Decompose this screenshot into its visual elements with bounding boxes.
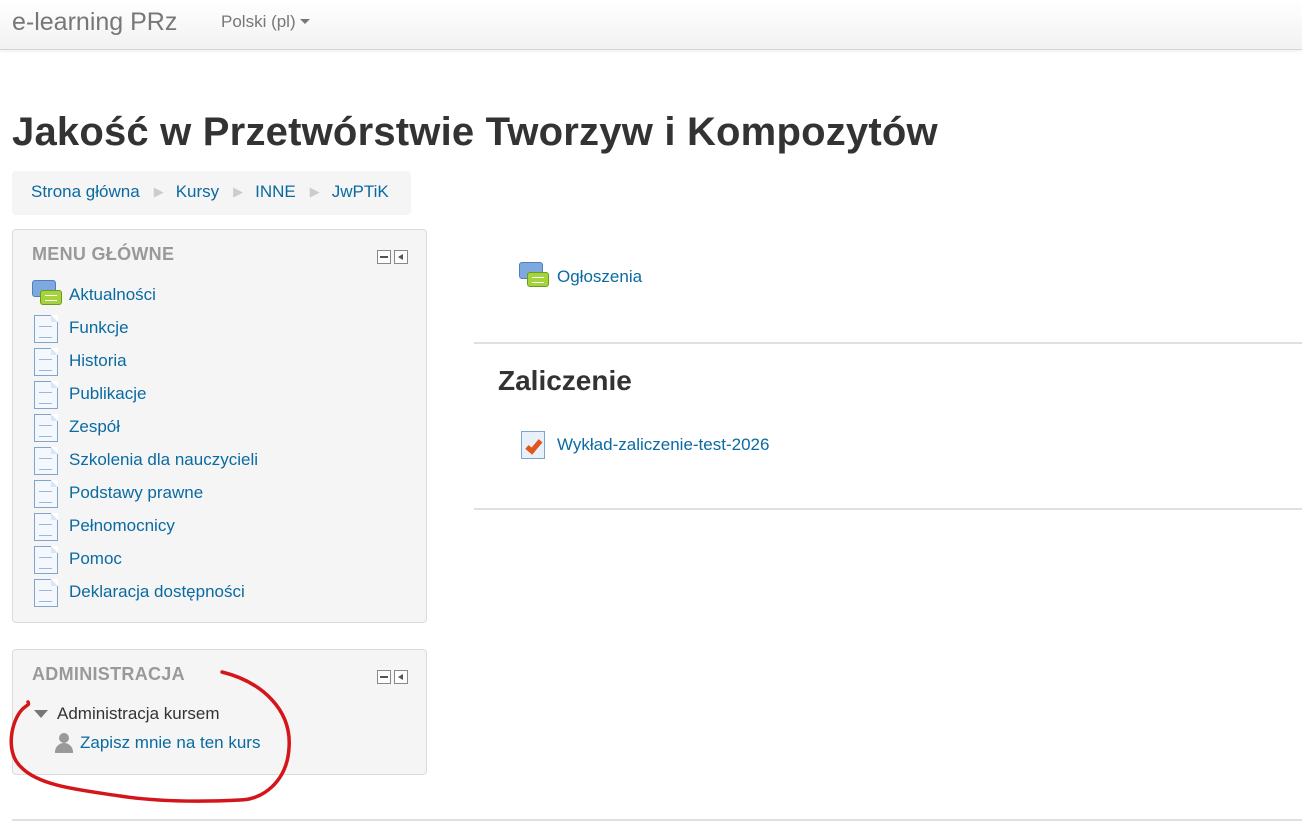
footer-divider	[12, 819, 1302, 821]
block-controls	[377, 670, 408, 684]
collapse-block-icon[interactable]	[377, 670, 391, 684]
page-icon	[32, 379, 64, 409]
menu-item-label[interactable]: Deklaracja dostępności	[69, 582, 245, 602]
menu-item-label[interactable]: Pomoc	[69, 549, 122, 569]
dock-block-icon[interactable]	[394, 250, 408, 264]
breadcrumb-home[interactable]: Strona główna	[31, 182, 140, 201]
menu-item-zespol[interactable]: Zespół	[32, 410, 258, 443]
main-menu-block: MENU GŁÓWNE Aktualności Funkcje Historia…	[12, 229, 427, 623]
site-brand-link[interactable]: e-learning PRz	[12, 8, 177, 37]
menu-item-funkcje[interactable]: Funkcje	[32, 311, 258, 344]
menu-item-label[interactable]: Funkcje	[69, 318, 129, 338]
breadcrumb-category[interactable]: INNE	[255, 182, 296, 201]
menu-item-label[interactable]: Aktualności	[69, 285, 156, 305]
page-icon	[32, 478, 64, 508]
page-icon	[32, 544, 64, 574]
activity-quiz[interactable]: Wykład-zaliczenie-test-2026	[519, 430, 769, 460]
menu-item-label[interactable]: Szkolenia dla nauczycieli	[69, 450, 258, 470]
language-menu[interactable]: Polski (pl)	[221, 12, 310, 32]
block-controls	[377, 250, 408, 264]
page-icon	[32, 511, 64, 541]
red-annotation-circle	[9, 670, 291, 803]
breadcrumb-courses[interactable]: Kursy	[176, 182, 219, 201]
course-section-general: Ogłoszenia	[474, 240, 1302, 344]
page-title: Jakość w Przetwórstwie Tworzyw i Kompozy…	[12, 110, 938, 154]
menu-item-label[interactable]: Zespół	[69, 417, 120, 437]
page-icon	[32, 346, 64, 376]
menu-item-podstawy-prawne[interactable]: Podstawy prawne	[32, 476, 258, 509]
top-navbar: e-learning PRz Polski (pl)	[0, 0, 1302, 50]
language-label: Polski (pl)	[221, 12, 296, 31]
menu-item-label[interactable]: Pełnomocnicy	[69, 516, 175, 536]
page-icon	[32, 412, 64, 442]
main-menu-list: Aktualności Funkcje Historia Publikacje …	[32, 278, 258, 608]
menu-item-historia[interactable]: Historia	[32, 344, 258, 377]
section-title: Zaliczenie	[498, 365, 632, 396]
activity-quiz-link[interactable]: Wykład-zaliczenie-test-2026	[557, 435, 769, 455]
menu-item-label[interactable]: Publikacje	[69, 384, 147, 404]
forum-icon	[519, 262, 551, 292]
page-icon	[32, 445, 64, 475]
forum-icon	[32, 279, 64, 310]
page-icon	[32, 577, 64, 607]
breadcrumb-separator-icon: ▶	[233, 184, 244, 199]
activity-announcements[interactable]: Ogłoszenia	[519, 262, 642, 292]
menu-item-pelnomocnicy[interactable]: Pełnomocnicy	[32, 509, 258, 542]
menu-item-deklaracja[interactable]: Deklaracja dostępności	[32, 575, 258, 608]
breadcrumb: Strona główna ▶ Kursy ▶ INNE ▶ JwPTiK	[12, 171, 411, 215]
activity-announcements-link[interactable]: Ogłoszenia	[557, 267, 642, 287]
main-menu-title: MENU GŁÓWNE	[32, 244, 175, 264]
menu-item-publikacje[interactable]: Publikacje	[32, 377, 258, 410]
course-section-zaliczenie: Zaliczenie Wykład-zaliczenie-test-2026	[474, 344, 1302, 510]
page-icon	[32, 313, 64, 343]
breadcrumb-separator-icon: ▶	[153, 184, 164, 199]
collapse-block-icon[interactable]	[377, 250, 391, 264]
breadcrumb-course[interactable]: JwPTiK	[332, 182, 389, 201]
dock-block-icon[interactable]	[394, 670, 408, 684]
quiz-icon	[519, 430, 551, 460]
caret-down-icon	[299, 18, 310, 24]
menu-item-label[interactable]: Historia	[69, 351, 127, 371]
breadcrumb-separator-icon: ▶	[309, 184, 320, 199]
menu-item-label[interactable]: Podstawy prawne	[69, 483, 203, 503]
menu-item-pomoc[interactable]: Pomoc	[32, 542, 258, 575]
menu-item-szkolenia[interactable]: Szkolenia dla nauczycieli	[32, 443, 258, 476]
menu-item-aktualnosci[interactable]: Aktualności	[32, 278, 258, 311]
